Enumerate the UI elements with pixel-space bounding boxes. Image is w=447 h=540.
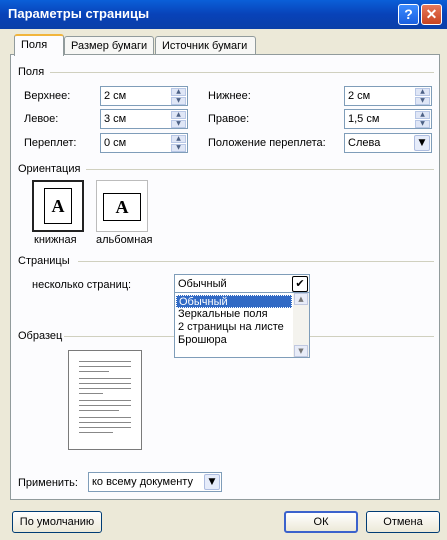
gutter-spinner[interactable]: 0 см ▲ ▼ bbox=[100, 133, 188, 153]
dropdown-option-booklet[interactable]: Брошюра bbox=[176, 334, 292, 347]
landscape-page-icon: A bbox=[103, 193, 141, 221]
divider bbox=[64, 336, 174, 337]
chevron-down-icon[interactable]: ▼ bbox=[204, 474, 220, 490]
preview-line bbox=[79, 422, 131, 423]
top-margin-value: 2 см bbox=[104, 90, 127, 102]
gutter-value: 0 см bbox=[104, 137, 127, 149]
divider bbox=[50, 72, 434, 73]
ok-button[interactable]: ОК bbox=[284, 511, 358, 533]
preview-line bbox=[79, 405, 131, 406]
preview-line bbox=[79, 371, 109, 372]
bottom-margin-value: 2 см bbox=[348, 90, 371, 102]
tab-paper-source[interactable]: Источник бумаги bbox=[155, 36, 256, 56]
preview-line bbox=[79, 361, 131, 362]
gutter-position-select[interactable]: Слева ▼ bbox=[344, 133, 432, 153]
apply-to-label: Применить: bbox=[18, 477, 78, 489]
scroll-down-icon[interactable]: ▼ bbox=[294, 345, 308, 357]
right-margin-value: 1,5 см bbox=[348, 113, 380, 125]
multiple-pages-dropdown: Обычный Зеркальные поля 2 страницы на ли… bbox=[174, 292, 310, 358]
divider bbox=[86, 169, 434, 170]
orientation-group-label: Ориентация bbox=[18, 163, 81, 175]
dropdown-option-mirror[interactable]: Зеркальные поля bbox=[176, 308, 292, 321]
right-margin-label: Правое: bbox=[208, 113, 250, 125]
gutter-label: Переплет: bbox=[24, 137, 77, 149]
close-button[interactable]: ✕ bbox=[421, 4, 442, 25]
left-margin-value: 3 см bbox=[104, 113, 127, 125]
left-margin-label: Левое: bbox=[24, 113, 59, 125]
spin-down-icon[interactable]: ▼ bbox=[171, 120, 186, 128]
spin-down-icon[interactable]: ▼ bbox=[171, 144, 186, 152]
divider bbox=[78, 261, 434, 262]
preview-line bbox=[79, 400, 131, 401]
portrait-label: книжная bbox=[34, 234, 77, 246]
margins-group-label: Поля bbox=[18, 66, 45, 78]
tab-paper-size[interactable]: Размер бумаги bbox=[64, 36, 154, 56]
preview-line bbox=[79, 383, 131, 384]
pages-group-label: Страницы bbox=[18, 255, 70, 267]
top-margin-spinner[interactable]: 2 см ▲ ▼ bbox=[100, 86, 188, 106]
right-margin-spinner[interactable]: 1,5 см ▲ ▼ bbox=[344, 109, 432, 129]
help-button[interactable]: ? bbox=[398, 4, 419, 25]
preview-line bbox=[79, 393, 103, 394]
tab-margins[interactable]: Поля bbox=[14, 34, 64, 56]
top-margin-label: Верхнее: bbox=[24, 90, 71, 102]
preview-line bbox=[79, 378, 131, 379]
left-margin-spinner[interactable]: 3 см ▲ ▼ bbox=[100, 109, 188, 129]
spin-up-icon[interactable]: ▲ bbox=[415, 88, 430, 96]
dropdown-scrollbar[interactable]: ▲ ▼ bbox=[293, 293, 309, 357]
preview-group-label: Образец bbox=[18, 330, 63, 342]
spin-down-icon[interactable]: ▼ bbox=[171, 97, 186, 105]
bottom-margin-spinner[interactable]: 2 см ▲ ▼ bbox=[344, 86, 432, 106]
cancel-button[interactable]: Отмена bbox=[366, 511, 440, 533]
scroll-up-icon[interactable]: ▲ bbox=[294, 293, 308, 305]
spin-up-icon[interactable]: ▲ bbox=[171, 135, 186, 143]
divider bbox=[310, 336, 434, 337]
spin-down-icon[interactable]: ▼ bbox=[415, 97, 430, 105]
gutter-position-value: Слева bbox=[348, 137, 381, 149]
preview-line bbox=[79, 410, 119, 411]
preview-line bbox=[79, 427, 131, 428]
spin-up-icon[interactable]: ▲ bbox=[415, 111, 430, 119]
multiple-pages-value: Обычный bbox=[178, 278, 227, 290]
chevron-down-icon[interactable]: ▼ bbox=[414, 135, 430, 151]
portrait-page-icon: A bbox=[44, 188, 72, 224]
multiple-pages-select[interactable]: Обычный ✔ bbox=[174, 274, 310, 294]
spin-up-icon[interactable]: ▲ bbox=[171, 111, 186, 119]
dropdown-option-two-per-sheet[interactable]: 2 страницы на листе bbox=[176, 321, 292, 334]
preview-line bbox=[79, 366, 131, 367]
preview-line bbox=[79, 432, 113, 433]
spin-down-icon[interactable]: ▼ bbox=[415, 120, 430, 128]
window-title: Параметры страницы bbox=[8, 6, 150, 21]
bottom-margin-label: Нижнее: bbox=[208, 90, 251, 102]
portrait-option[interactable]: A bbox=[32, 180, 84, 232]
chevron-down-icon[interactable]: ✔ bbox=[292, 276, 308, 292]
dropdown-option-normal[interactable]: Обычный bbox=[176, 295, 292, 308]
title-bar: Параметры страницы ? ✕ bbox=[0, 0, 447, 29]
multiple-pages-label: несколько страниц: bbox=[32, 279, 132, 291]
apply-to-select[interactable]: ко всему документу ▼ bbox=[88, 472, 222, 492]
preview-line bbox=[79, 417, 131, 418]
preview-page bbox=[68, 350, 142, 450]
gutter-position-label: Положение переплета: bbox=[208, 137, 326, 149]
landscape-option[interactable]: A bbox=[96, 180, 148, 232]
default-button[interactable]: По умолчанию bbox=[12, 511, 102, 533]
spin-up-icon[interactable]: ▲ bbox=[171, 88, 186, 96]
landscape-label: альбомная bbox=[96, 234, 153, 246]
apply-to-value: ко всему документу bbox=[92, 476, 193, 488]
preview-line bbox=[79, 388, 131, 389]
